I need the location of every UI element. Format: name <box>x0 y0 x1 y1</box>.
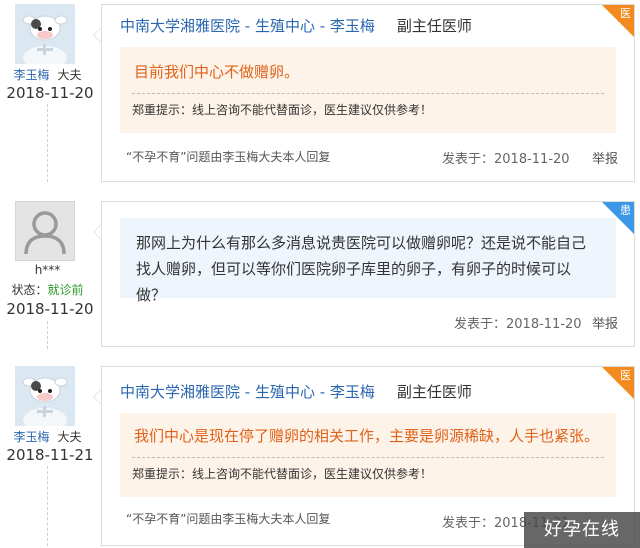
patient-avatar[interactable] <box>15 201 75 261</box>
cow-avatar-icon <box>15 366 75 426</box>
author-role: 大夫 <box>57 68 82 82</box>
status-value: 就诊前 <box>47 283 84 297</box>
post-date: 2018-11-20 <box>6 84 94 102</box>
disclaimer-tip: 郑重提示：线上咨询不能代替面诊，医生建议仅供参考！ <box>132 467 433 481</box>
disclaimer-tip: 郑重提示：线上咨询不能代替面诊，医生建议仅供参考！ <box>132 103 433 117</box>
doctor-avatar[interactable] <box>15 4 75 64</box>
doctor-corner-label: 医 <box>620 369 631 382</box>
cow-avatar-icon <box>15 4 75 64</box>
answer-divider <box>132 457 604 458</box>
answer-box: 目前我们中心不做赠卵。 郑重提示：线上咨询不能代替面诊，医生建议仅供参考！ <box>120 47 616 133</box>
doctor-avatar[interactable] <box>15 366 75 426</box>
posted-at: 发表于：2018-11-20 <box>454 317 582 332</box>
post-date: 2018-11-21 <box>6 446 94 464</box>
patient-corner-label: 患 <box>620 204 631 217</box>
answer-text: 我们中心是现在停了赠卵的相关工作，主要是卵源稀缺，人手也紧张。 <box>134 427 600 445</box>
patient-question-post: h*** 状态：就诊前 2018-11-20 患 那网上为什么有那么多消息说贵医… <box>0 201 640 349</box>
source-note: “不孕不育”问题由李玉梅大夫本人回复 <box>126 150 331 164</box>
bubble-arrow <box>93 224 101 240</box>
post-date: 2018-11-20 <box>6 300 94 318</box>
author-name: h*** <box>34 263 61 277</box>
hospital-link[interactable]: 中南大学湘雅医院 - 生殖中心 - 李玉梅 <box>120 17 375 35</box>
doctor-corner-label: 医 <box>620 7 631 20</box>
doctor-header: 中南大学湘雅医院 - 生殖中心 - 李玉梅 副主任医师 <box>120 15 472 36</box>
question-bubble: 患 那网上为什么有那么多消息说贵医院可以做赠卵呢？还是说不能自己找人赠卵，但可以… <box>93 201 635 347</box>
bubble-arrow <box>93 389 101 405</box>
timeline-divider <box>47 104 48 182</box>
posted-at: 发表于：2018-11-20 <box>442 152 570 167</box>
source-note: “不孕不育”问题由李玉梅大夫本人回复 <box>126 512 331 526</box>
question-text: 那网上为什么有那么多消息说贵医院可以做赠卵呢？还是说不能自己找人赠卵，但可以等你… <box>120 218 616 304</box>
report-link[interactable]: 举报 <box>592 313 618 332</box>
hospital-link[interactable]: 中南大学湘雅医院 - 生殖中心 - 李玉梅 <box>120 383 375 401</box>
doctor-title: 副主任医师 <box>396 383 472 401</box>
author-role: 大夫 <box>57 430 82 444</box>
report-link[interactable]: 举报 <box>592 148 618 167</box>
site-watermark: 好孕在线 <box>524 512 640 548</box>
default-user-icon <box>16 202 74 260</box>
doctor-reply-post: 李玉梅 大夫 2018-11-20 医 中南大学湘雅医院 - 生殖中心 - 李玉梅… <box>0 4 640 182</box>
answer-text: 目前我们中心不做赠卵。 <box>134 63 300 81</box>
reply-bubble: 医 中南大学湘雅医院 - 生殖中心 - 李玉梅 副主任医师 目前我们中心不做赠卵。… <box>93 4 635 182</box>
author-name-link[interactable]: 李玉梅 <box>13 68 49 82</box>
answer-box: 我们中心是现在停了赠卵的相关工作，主要是卵源稀缺，人手也紧张。 郑重提示：线上咨… <box>120 413 616 497</box>
answer-divider <box>132 93 604 94</box>
timeline-divider <box>47 321 48 349</box>
author-name-link[interactable]: 李玉梅 <box>13 430 49 444</box>
bubble-arrow <box>93 27 101 43</box>
doctor-title: 副主任医师 <box>396 17 472 35</box>
timeline-divider <box>47 466 48 546</box>
doctor-header: 中南大学湘雅医院 - 生殖中心 - 李玉梅 副主任医师 <box>120 381 472 402</box>
status-label: 状态： <box>11 283 48 297</box>
